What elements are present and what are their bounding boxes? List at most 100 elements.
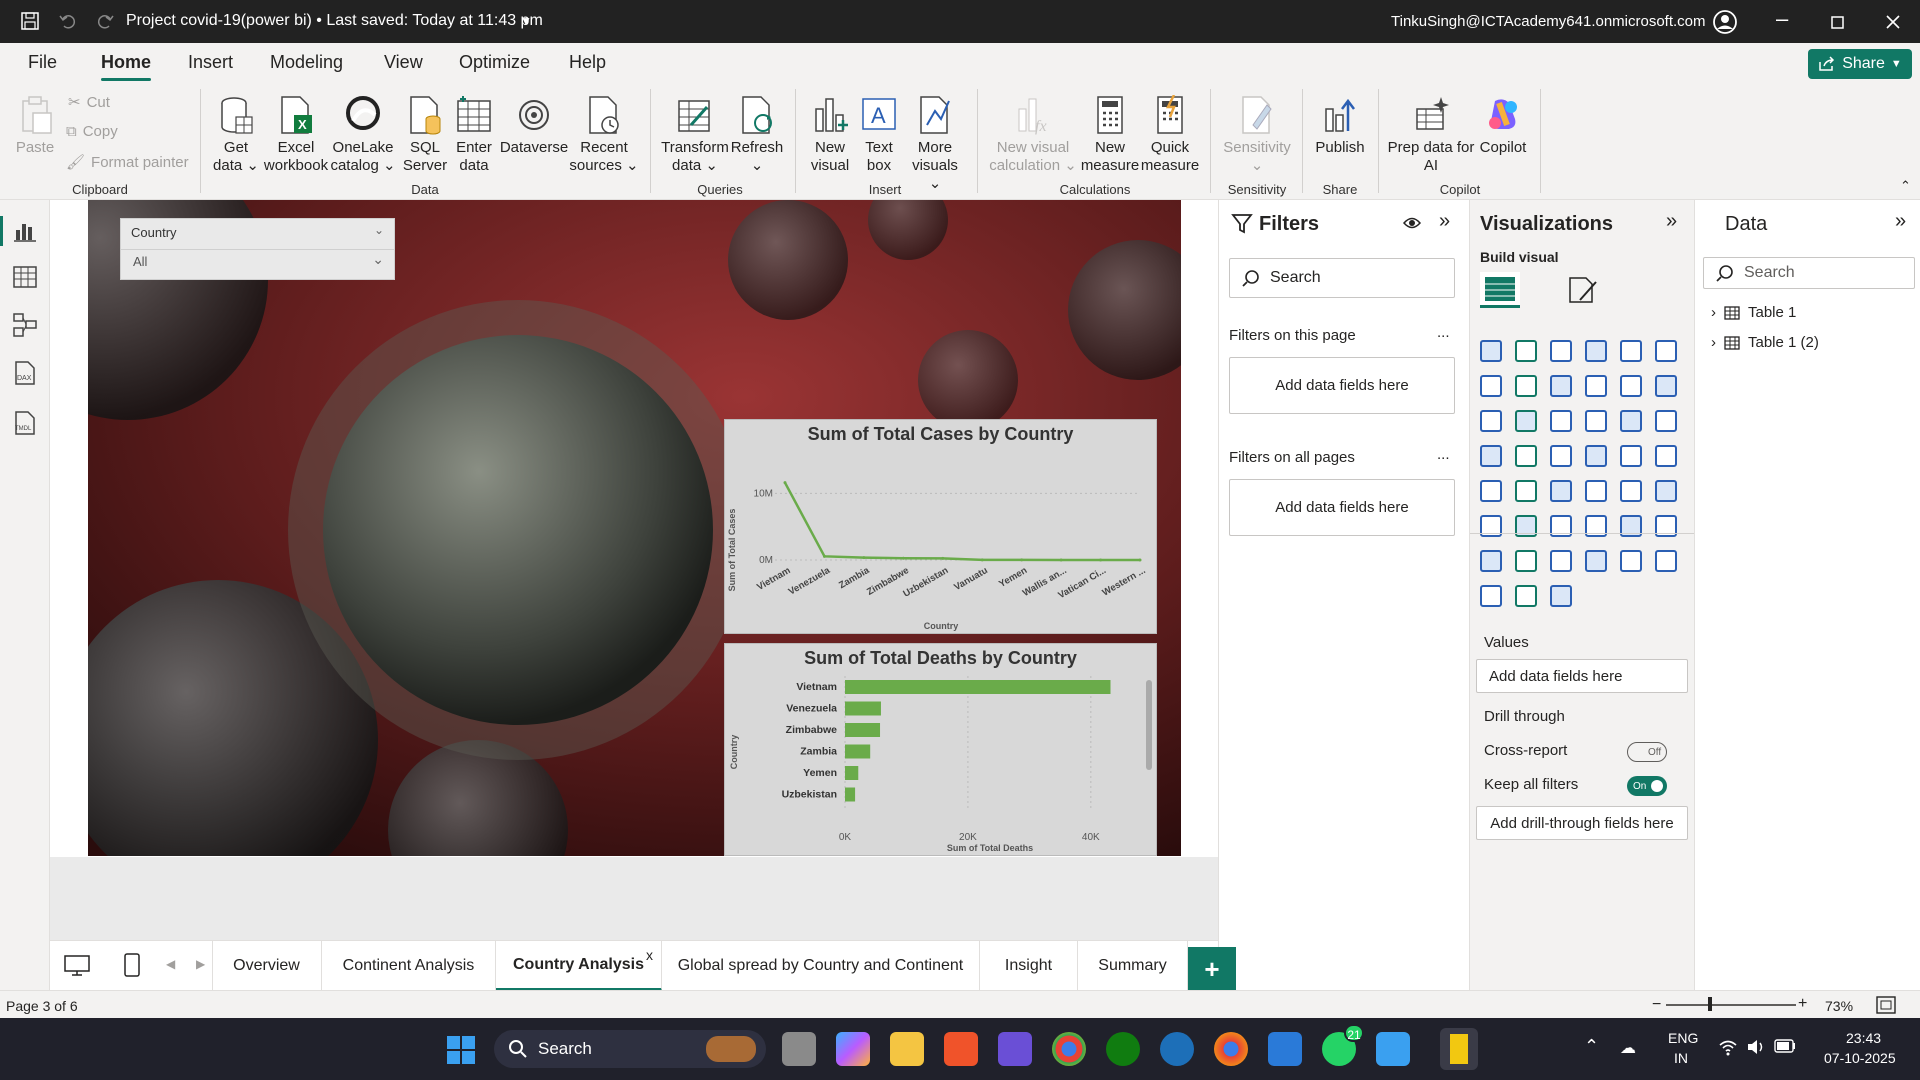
zoom-slider[interactable] <box>1666 1004 1796 1006</box>
region-code[interactable]: IN <box>1674 1050 1688 1066</box>
chevron-up-icon[interactable]: ⌃ <box>1584 1036 1599 1057</box>
more-visuals-button[interactable]: More visuals ⌄ <box>904 95 966 193</box>
collapse-ribbon-icon[interactable]: ⌃ <box>1900 178 1911 194</box>
bar[interactable] <box>845 766 859 780</box>
window-title[interactable]: Project covid-19(power bi) • Last saved:… <box>126 12 543 30</box>
visual-type-icon[interactable] <box>1550 550 1572 572</box>
new-visual-calculation-button[interactable]: fx New visual calculation ⌄ <box>988 95 1078 175</box>
visual-type-icon[interactable] <box>1550 480 1572 502</box>
chrome-icon[interactable] <box>1052 1032 1086 1066</box>
menu-modeling[interactable]: Modeling <box>270 52 343 73</box>
desktop-layout-icon[interactable] <box>64 955 90 977</box>
more-options-icon[interactable]: ... <box>1437 446 1450 463</box>
fit-to-page-icon[interactable] <box>1876 996 1896 1014</box>
visual-type-icon[interactable] <box>1655 410 1677 432</box>
visual-type-icon[interactable] <box>1655 375 1677 397</box>
notepad-icon[interactable] <box>1376 1032 1410 1066</box>
visual-type-icon[interactable] <box>1655 550 1677 572</box>
sql-server-button[interactable]: SQL Server <box>398 95 452 175</box>
cut-button[interactable]: ✂ Cut <box>68 93 110 112</box>
scrollbar[interactable] <box>1146 680 1152 770</box>
power-bi-app-icon[interactable] <box>1440 1028 1478 1070</box>
visual-type-icon[interactable] <box>1620 340 1642 362</box>
visual-type-icon[interactable] <box>1620 550 1642 572</box>
more-options-icon[interactable]: ... <box>1437 324 1450 341</box>
get-data-button[interactable]: Get data ⌄ <box>210 95 262 175</box>
visual-type-icon[interactable] <box>1515 375 1537 397</box>
visual-type-icon[interactable] <box>1620 410 1642 432</box>
chevron-right-icon[interactable]: › <box>1711 304 1716 321</box>
proton-icon[interactable] <box>998 1032 1032 1066</box>
copilot-app-icon[interactable] <box>836 1032 870 1066</box>
visual-type-icon[interactable] <box>1550 375 1572 397</box>
visual-type-icon[interactable] <box>1655 480 1677 502</box>
filters-all-pages-drop-zone[interactable]: Add data fields here <box>1229 479 1455 536</box>
volume-icon[interactable] <box>1746 1038 1766 1056</box>
close-tab-icon[interactable]: x <box>646 947 653 963</box>
maximize-icon[interactable] <box>1831 16 1844 29</box>
visual-type-icon[interactable] <box>1515 410 1537 432</box>
transform-data-button[interactable]: Transform data ⌄ <box>660 95 730 175</box>
tab-summary[interactable]: Summary <box>1078 941 1188 991</box>
visual-type-icon[interactable] <box>1585 340 1607 362</box>
brave-browser-icon[interactable] <box>944 1032 978 1066</box>
visual-type-icon[interactable] <box>1585 445 1607 467</box>
dax-query-icon[interactable]: DAX <box>12 360 38 386</box>
zoom-out-icon[interactable]: − <box>1652 996 1661 1014</box>
wifi-icon[interactable] <box>1718 1038 1738 1056</box>
visual-type-icon[interactable] <box>1480 410 1502 432</box>
tab-continent-analysis[interactable]: Continent Analysis <box>322 941 496 991</box>
new-measure-button[interactable]: New measure <box>1080 95 1140 175</box>
report-view-icon[interactable] <box>12 218 38 244</box>
xbox-icon[interactable] <box>1106 1032 1140 1066</box>
onelake-catalog-button[interactable]: OneLake catalog ⌄ <box>330 95 396 175</box>
copy-button[interactable]: ⧉ Copy <box>66 123 118 140</box>
cross-report-toggle[interactable]: Off <box>1627 742 1667 762</box>
visual-type-icon[interactable] <box>1620 480 1642 502</box>
visual-type-icon[interactable] <box>1515 550 1537 572</box>
file-explorer-icon[interactable] <box>890 1032 924 1066</box>
visual-type-icon[interactable] <box>1480 550 1502 572</box>
menu-insert[interactable]: Insert <box>188 52 233 73</box>
visual-type-icon[interactable] <box>1585 550 1607 572</box>
visual-type-icon[interactable] <box>1515 480 1537 502</box>
tab-insight[interactable]: Insight <box>980 941 1078 991</box>
total-deaths-bar-chart[interactable]: Sum of Total Deaths by Country Country S… <box>724 643 1157 856</box>
chrome-profile-icon[interactable] <box>1214 1032 1248 1066</box>
table-item[interactable]: › Table 1 (2) <box>1711 334 1819 351</box>
collapse-data-icon[interactable]: » <box>1895 210 1906 233</box>
visual-type-icon[interactable] <box>1655 340 1677 362</box>
battery-icon[interactable] <box>1774 1039 1796 1053</box>
slicer-value[interactable]: All <box>133 254 147 269</box>
publish-button[interactable]: Publish <box>1310 95 1370 157</box>
mobile-layout-icon[interactable] <box>124 953 140 977</box>
account-name[interactable]: TinkuSingh@ICTAcademy641.onmicrosoft.com <box>1391 13 1706 30</box>
scroll-left-icon[interactable]: ◀ <box>166 957 175 971</box>
prep-data-for-ai-button[interactable]: Prep data for AI <box>1385 95 1477 175</box>
zoom-level[interactable]: 73% <box>1825 998 1853 1014</box>
visual-type-icon[interactable] <box>1550 585 1572 607</box>
country-slicer[interactable]: Country ⌄ All ⌄ <box>120 218 395 280</box>
visual-type-icon[interactable] <box>1515 445 1537 467</box>
language-code[interactable]: ENG <box>1668 1030 1698 1046</box>
sensitivity-button[interactable]: Sensitivity ⌄ <box>1222 95 1292 175</box>
visual-type-icon[interactable] <box>1585 410 1607 432</box>
filters-search-input[interactable]: Search <box>1229 258 1455 298</box>
bar[interactable] <box>845 744 871 759</box>
visual-type-icon[interactable] <box>1480 445 1502 467</box>
windows-start-icon[interactable] <box>446 1035 476 1065</box>
visual-type-icon[interactable] <box>1480 480 1502 502</box>
visual-type-icon[interactable] <box>1550 445 1572 467</box>
undo-icon[interactable] <box>58 11 78 31</box>
minimize-icon[interactable]: – <box>1776 6 1788 32</box>
bar[interactable] <box>845 680 1111 694</box>
menu-help[interactable]: Help <box>569 52 606 73</box>
add-page-button[interactable]: + <box>1188 947 1236 991</box>
keep-all-filters-toggle[interactable]: On <box>1627 776 1667 796</box>
eye-icon[interactable] <box>1403 216 1421 230</box>
close-icon[interactable] <box>1886 15 1900 29</box>
zoom-slider-handle[interactable] <box>1708 997 1712 1011</box>
bar[interactable] <box>845 787 856 802</box>
new-visual-button[interactable]: New visual <box>806 95 854 175</box>
tab-country-analysis[interactable]: Country Analysis <box>496 941 662 991</box>
